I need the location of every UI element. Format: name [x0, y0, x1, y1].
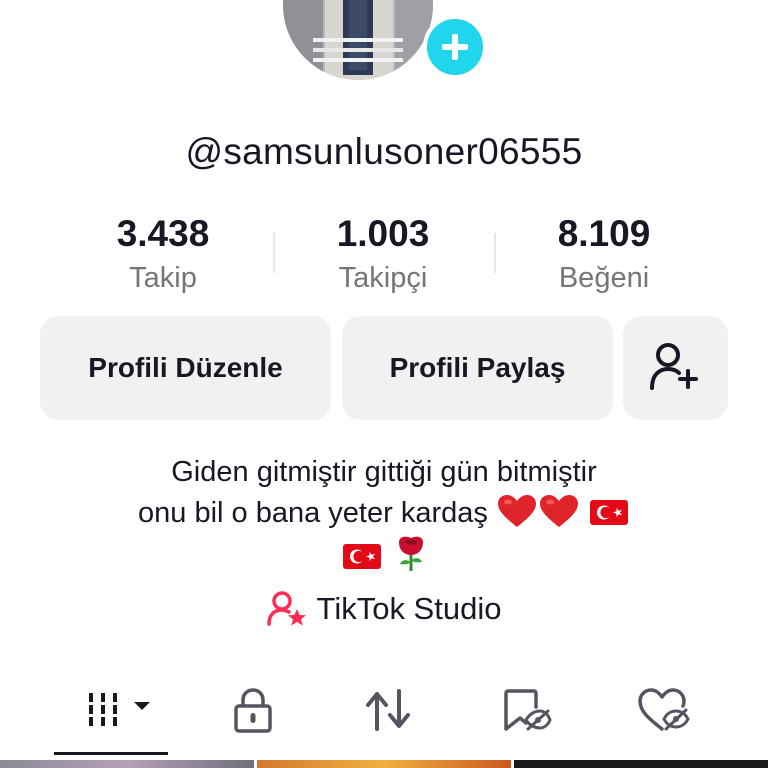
tab-videos[interactable] [62, 685, 162, 735]
turkey-flag-icon [589, 500, 628, 525]
tiktok-studio-link[interactable]: TikTok Studio [0, 590, 768, 628]
profile-avatar[interactable] [283, 0, 433, 80]
bookmark-hidden-icon [504, 689, 552, 731]
stat-followers[interactable]: 1.003 Takipçi [258, 212, 508, 298]
bio-line-2: onu bil o bana yeter kardaş [60, 493, 708, 534]
tab-liked[interactable] [613, 685, 713, 735]
username: @samsunlusoner06555 [185, 131, 583, 172]
stat-following[interactable]: 3.438 Takip [38, 212, 288, 298]
add-friends-button[interactable] [623, 316, 728, 420]
stat-likes-value: 8.109 [557, 213, 651, 254]
video-thumbnail[interactable] [257, 760, 511, 768]
studio-user-star-icon [266, 591, 306, 626]
liked-hidden-icon [638, 688, 690, 731]
stat-followers-label: Takipçi [338, 262, 428, 294]
share-profile-label: Profili Paylaş [389, 352, 566, 383]
stat-likes[interactable]: 8.109 Beğeni [479, 212, 729, 298]
repost-icon [366, 689, 410, 731]
add-user-icon [649, 343, 698, 390]
profile-bio: Giden gitmiştir gittiği gün bitmiştir on… [60, 452, 708, 578]
lock-icon [234, 688, 272, 733]
tab-favorites[interactable] [476, 685, 576, 735]
stat-likes-label: Beğeni [558, 262, 650, 294]
bio-line-1: Giden gitmiştir gittiği gün bitmiştir [171, 456, 597, 488]
rose-icon [399, 536, 424, 571]
bio-line-2-text: onu bil o bana yeter kardaş [138, 497, 488, 529]
stat-followers-value: 1.003 [336, 213, 430, 254]
stat-following-label: Takip [129, 262, 197, 294]
share-profile-button[interactable]: Profili Paylaş [342, 316, 613, 420]
add-avatar-button[interactable] [423, 15, 487, 79]
stat-following-value: 3.438 [116, 213, 210, 254]
selected-tab-indicator [54, 752, 168, 755]
grid-icon [89, 693, 150, 726]
video-thumbnail[interactable] [0, 760, 254, 768]
plus-icon [442, 34, 468, 60]
video-thumbnail[interactable] [514, 760, 768, 768]
red-heart-icon [539, 495, 578, 527]
tab-reposts[interactable] [338, 685, 438, 735]
red-heart-icon [497, 495, 536, 527]
bio-line-3 [60, 534, 708, 578]
edit-profile-label: Profili Düzenle [88, 352, 283, 383]
tab-private[interactable] [203, 685, 303, 735]
turkey-flag-icon [342, 544, 381, 569]
tiktok-studio-label: TikTok Studio [316, 591, 502, 626]
edit-profile-button[interactable]: Profili Düzenle [40, 316, 331, 420]
